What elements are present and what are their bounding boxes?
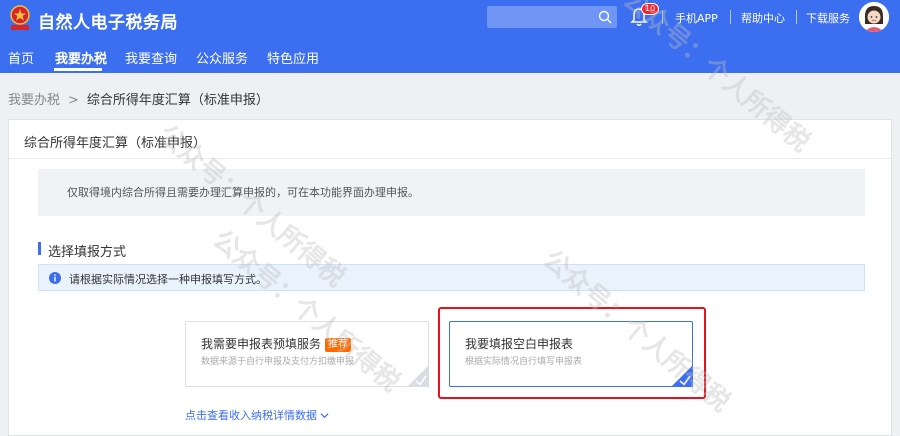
card-title: 综合所得年度汇算（标准申报） [24,136,207,151]
app-title: 自然人电子税务局 [38,13,178,33]
detail-link-text: 点击查看收入纳税详情数据 [185,409,317,422]
breadcrumb-current: 综合所得年度汇算（标准申报） [86,93,269,108]
section-marker [38,242,41,255]
header-divider [730,10,731,24]
header-divider [796,10,797,24]
selection-highlight [438,307,706,399]
download-service-link[interactable]: 下载服务 [806,10,850,26]
nav-active-indicator [54,68,102,71]
search-icon[interactable] [598,10,612,24]
info-text: 请根据实际情况选择一种申报填写方式。 [69,273,267,286]
recommended-badge: 推荐 [325,338,352,352]
nav-home[interactable]: 首页 [8,48,34,67]
chevron-down-icon [320,413,329,419]
card-divider [9,158,891,159]
search-box[interactable] [487,6,617,28]
breadcrumb-parent[interactable]: 我要办税 [8,93,60,108]
tax-emblem-logo [10,5,30,30]
nav-public-service[interactable]: 公众服务 [196,48,248,67]
info-banner: 请根据实际情况选择一种申报填写方式。 [38,264,865,291]
view-income-detail-link[interactable]: 点击查看收入纳税详情数据 [185,407,329,423]
breadcrumb-separator: > [68,93,79,108]
top-header: 自然人电子税务局 10 手机APP 帮助中心 下载服务 首页 我要办税 我要查询… [0,0,900,73]
breadcrumb: 我要办税 > 综合所得年度汇算（标准申报） [8,89,269,108]
info-icon [49,272,61,284]
nav-query[interactable]: 我要查询 [125,48,177,67]
option-prefill-service[interactable]: 我需要申报表预填服务 推荐 数据来源于自行申报及支付方扣缴申报 [185,321,429,387]
option-description: 数据来源于自行申报及支付方扣缴申报 [201,357,355,367]
option-title-text: 我需要申报表预填服务 [201,337,322,351]
notice-box: 仅取得境内综合所得且需要办理汇算申报的，可在本功能界面办理申报。 [38,169,865,216]
help-center-link[interactable]: 帮助中心 [741,10,785,26]
section-title: 选择填报方式 [48,245,127,260]
nav-tax-handling[interactable]: 我要办税 [55,48,107,67]
user-avatar[interactable] [859,2,889,32]
nav-featured-apps[interactable]: 特色应用 [267,48,319,67]
option-title: 我需要申报表预填服务 推荐 [201,335,352,352]
check-corner-icon [407,365,429,387]
header-divider [662,10,663,24]
mobile-app-link[interactable]: 手机APP [675,10,718,26]
notification-badge: 10 [641,3,660,15]
notice-text: 仅取得境内综合所得且需要办理汇算申报的，可在本功能界面办理申报。 [67,186,419,199]
